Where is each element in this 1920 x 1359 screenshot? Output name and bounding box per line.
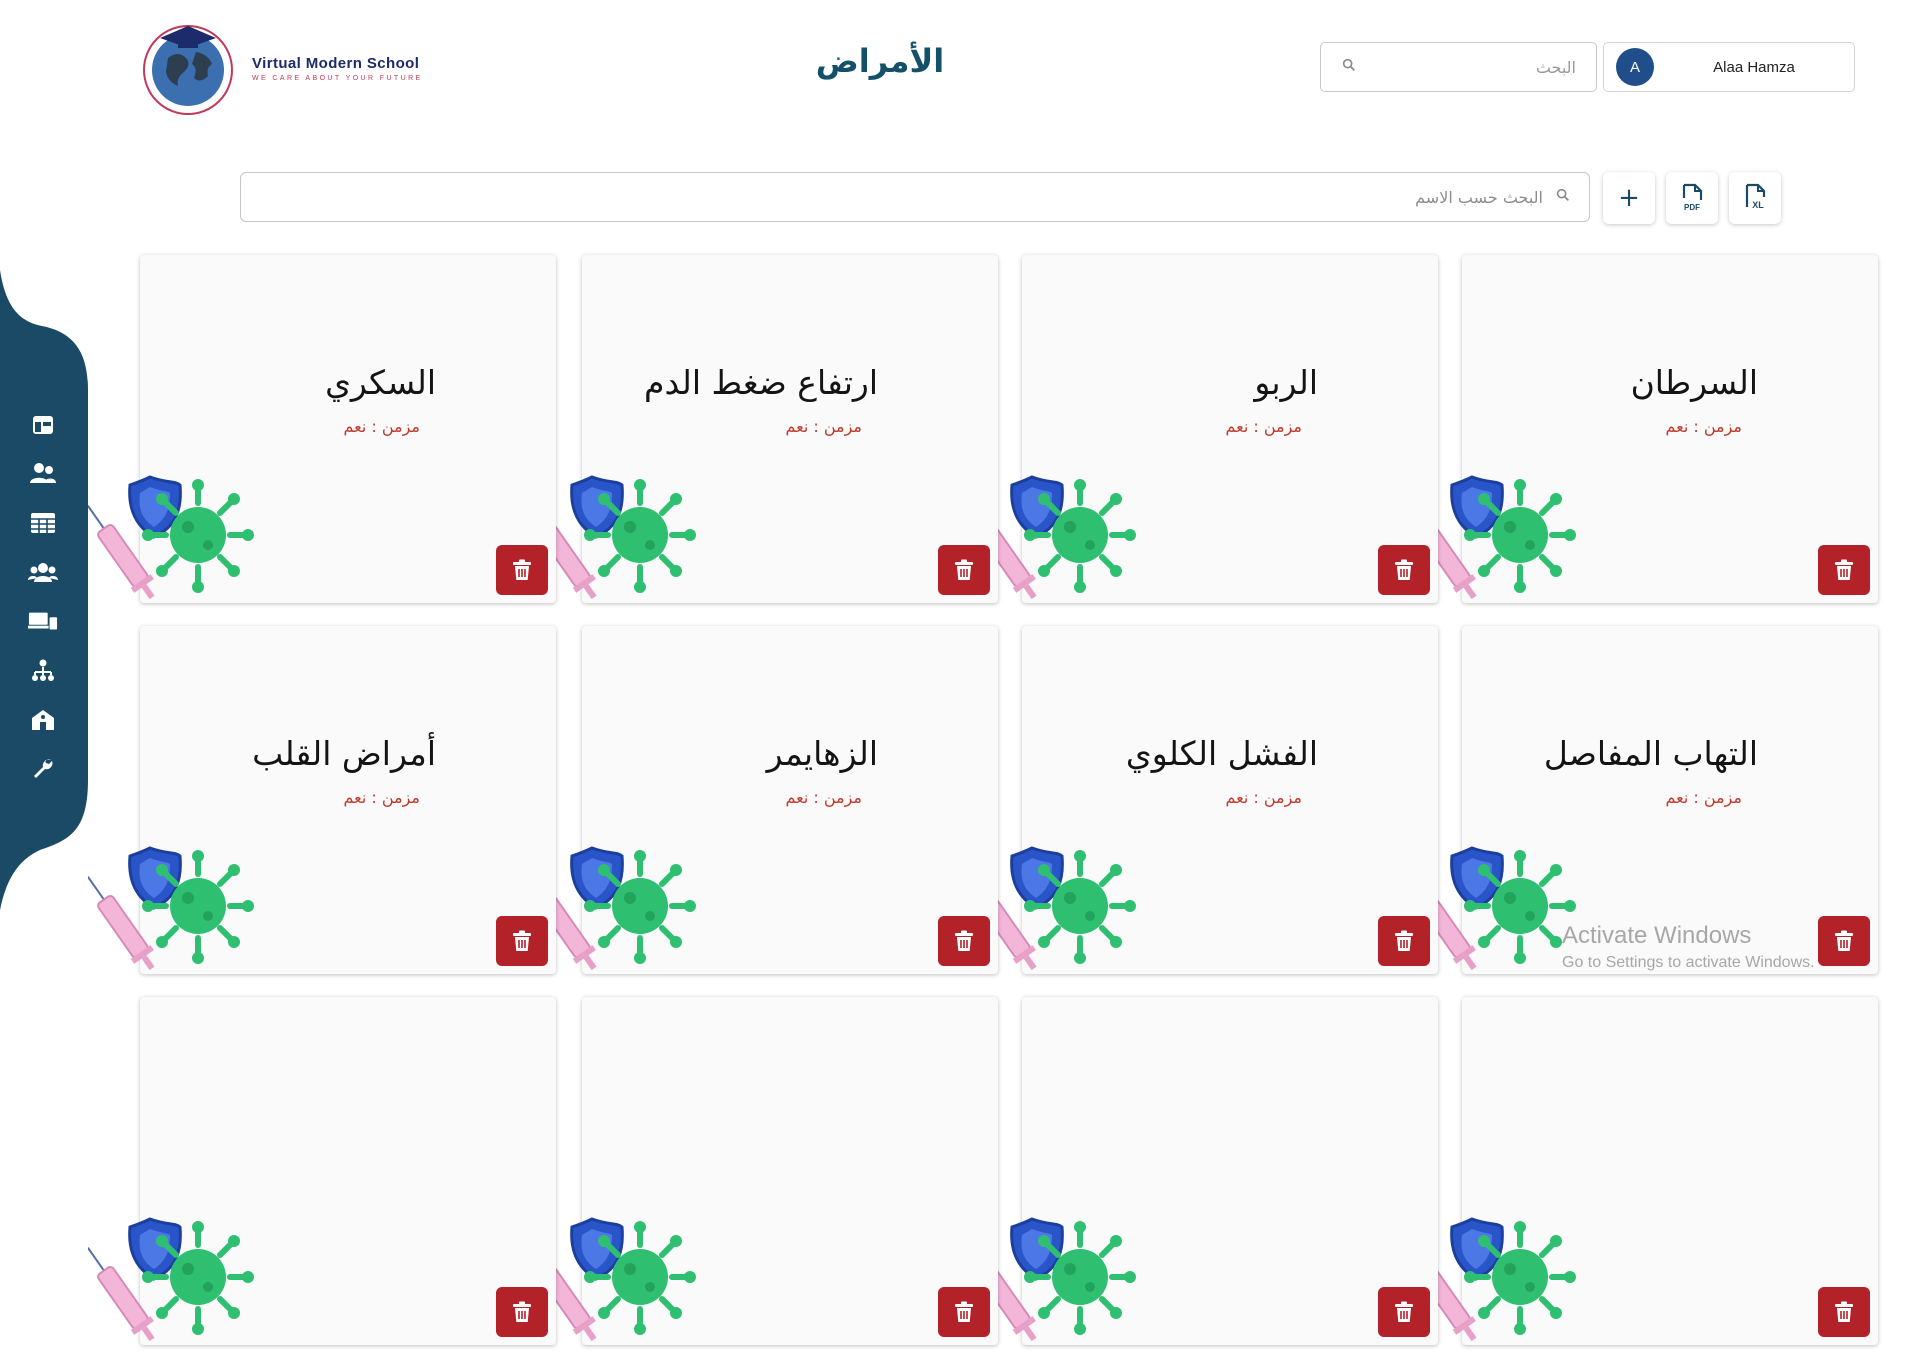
delete-button[interactable] (496, 545, 548, 595)
watermark-subtitle: Go to Settings to activate Windows. (1562, 954, 1815, 971)
disease-name: ارتفاع ضغط الدم (644, 363, 878, 402)
disease-card[interactable] (529, 997, 998, 1345)
search-icon (1555, 187, 1571, 207)
table-icon (31, 513, 55, 533)
trash-icon (1395, 930, 1413, 951)
trash-icon (1395, 1301, 1413, 1322)
page-title: الأمراض (815, 42, 945, 80)
group-icon (28, 563, 58, 582)
delete-button[interactable] (1818, 545, 1870, 595)
virus-vaccine-illustration (87, 473, 258, 613)
delete-button[interactable] (938, 916, 990, 966)
sidebar (0, 270, 90, 910)
pdf-label: PDF (1684, 203, 1700, 212)
watermark-title: Activate Windows (1562, 922, 1752, 949)
nav-users[interactable] (28, 458, 58, 488)
logo-title: Virtual Modern School (252, 54, 420, 72)
name-search[interactable] (240, 172, 1590, 222)
delete-button[interactable] (1378, 1287, 1430, 1337)
disease-chronic-status: مزمن : نعم (785, 417, 862, 436)
disease-card[interactable]: الزهايمر مزمن : نعم (529, 626, 998, 974)
trash-icon (1395, 559, 1413, 580)
trash-icon (513, 930, 531, 951)
dashboard-icon (33, 416, 53, 434)
add-icon: + (1618, 183, 1640, 213)
disease-card[interactable]: السكري مزمن : نعم (87, 255, 556, 603)
user-name: Alaa Hamza (1713, 58, 1795, 76)
disease-card[interactable]: ارتفاع ضغط الدم مزمن : نعم (529, 255, 998, 603)
disease-chronic-status: مزمن : نعم (1665, 788, 1742, 807)
disease-chronic-status: مزمن : نعم (343, 417, 420, 436)
nav-devices[interactable] (28, 606, 58, 636)
disease-card[interactable] (969, 997, 1438, 1345)
trash-icon (1835, 559, 1853, 580)
trash-icon (955, 1301, 973, 1322)
disease-name: الفشل الكلوي (1125, 734, 1318, 773)
disease-chronic-status: مزمن : نعم (785, 788, 862, 807)
disease-card[interactable]: الربو مزمن : نعم (969, 255, 1438, 603)
name-search-input[interactable] (259, 187, 1543, 207)
nav-hierarchy[interactable] (28, 656, 58, 686)
global-search-input[interactable] (1357, 57, 1576, 77)
disease-name: الربو (1254, 363, 1318, 402)
delete-button[interactable] (1818, 1287, 1870, 1337)
pdf-icon: PDF (1682, 183, 1703, 212)
trash-icon (513, 559, 531, 580)
xl-label: XL (1752, 200, 1764, 210)
globe-logo-icon (138, 18, 238, 118)
disease-card[interactable]: الفشل الكلوي مزمن : نعم (969, 626, 1438, 974)
delete-button[interactable] (1378, 545, 1430, 595)
global-search[interactable] (1320, 42, 1597, 92)
trash-icon (955, 930, 973, 951)
avatar: A (1616, 48, 1654, 86)
nav-dashboard[interactable] (28, 410, 58, 440)
disease-name: السرطان (1630, 363, 1758, 402)
devices-icon (28, 612, 58, 630)
trash-icon (1835, 930, 1853, 951)
disease-card[interactable]: أمراض القلب مزمن : نعم (87, 626, 556, 974)
export-pdf-button[interactable]: PDF (1666, 172, 1718, 224)
hierarchy-icon (32, 659, 54, 681)
delete-button[interactable] (938, 1287, 990, 1337)
sidebar-background (0, 270, 88, 910)
add-disease-button[interactable]: + (1603, 172, 1655, 224)
disease-chronic-status: مزمن : نعم (1665, 417, 1742, 436)
disease-card[interactable] (87, 997, 556, 1345)
nav-table[interactable] (28, 508, 58, 538)
export-excel-button[interactable]: XL (1729, 172, 1781, 224)
school-icon (32, 710, 54, 730)
delete-button[interactable] (496, 1287, 548, 1337)
users-icon (30, 463, 56, 483)
delete-button[interactable] (496, 916, 548, 966)
delete-button[interactable] (1818, 916, 1870, 966)
disease-chronic-status: مزمن : نعم (343, 788, 420, 807)
disease-name: التهاب المفاصل (1543, 734, 1758, 773)
disease-card[interactable]: السرطان مزمن : نعم (1409, 255, 1878, 603)
virus-vaccine-illustration (87, 1215, 258, 1355)
nav-school[interactable] (28, 705, 58, 735)
delete-button[interactable] (938, 545, 990, 595)
virus-vaccine-illustration (87, 844, 258, 984)
excel-icon: XL (1745, 183, 1766, 210)
disease-card[interactable] (1409, 997, 1878, 1345)
user-menu[interactable]: A Alaa Hamza (1603, 42, 1855, 92)
search-icon (1341, 57, 1357, 77)
trash-icon (513, 1301, 531, 1322)
delete-button[interactable] (1378, 916, 1430, 966)
windows-activation-watermark: Activate Windows Go to Settings to activ… (1562, 922, 1815, 972)
logo-slogan: WE CARE ABOUT YOUR FUTURE (252, 74, 423, 82)
disease-name: الزهايمر (766, 734, 878, 773)
wrench-icon (34, 759, 53, 778)
disease-chronic-status: مزمن : نعم (1225, 417, 1302, 436)
trash-icon (955, 559, 973, 580)
school-logo[interactable]: Virtual Modern School WE CARE ABOUT YOUR… (138, 16, 438, 120)
nav-groups[interactable] (28, 557, 58, 587)
nav-settings[interactable] (28, 754, 58, 784)
trash-icon (1835, 1301, 1853, 1322)
disease-name: أمراض القلب (252, 734, 436, 773)
disease-chronic-status: مزمن : نعم (1225, 788, 1302, 807)
disease-name: السكري (325, 363, 436, 402)
